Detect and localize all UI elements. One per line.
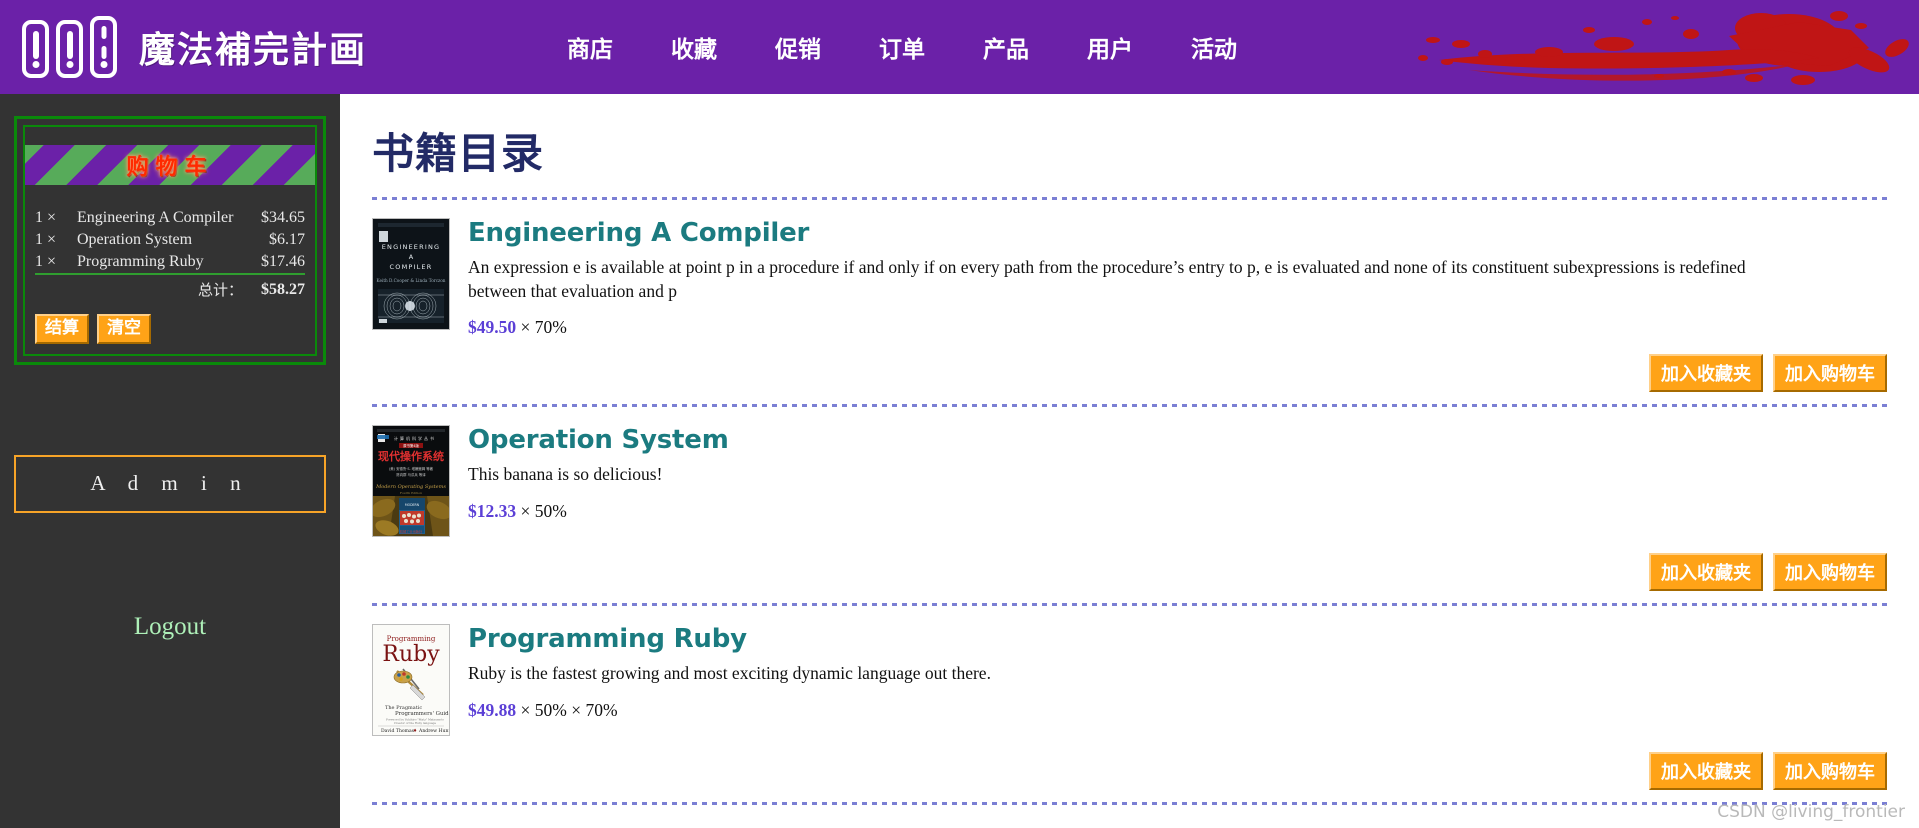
cart-items-table: 1 × Engineering A Compiler $34.65 1 × Op… <box>35 207 305 302</box>
add-to-favorites-button[interactable]: 加入收藏夹 <box>1649 354 1763 393</box>
cart-item-price: $17.46 <box>261 253 305 270</box>
cart-item-price: $34.65 <box>261 209 305 226</box>
book-title[interactable]: Operation System <box>468 425 1891 455</box>
svg-text:ENGINEERING: ENGINEERING <box>382 243 441 251</box>
sidebar: 购物车 1 × Engineering A Compiler $34.65 1 … <box>0 94 340 828</box>
book-list-item: ENGINEERING A COMPILER Keith D.Cooper & … <box>358 200 1891 348</box>
admin-badge: A d m i n <box>14 454 326 513</box>
cart-line-item[interactable]: 1 × Engineering A Compiler $34.65 <box>35 207 305 229</box>
book-description: Ruby is the fastest growing and most exc… <box>468 663 991 684</box>
cart-actions: 结算 清空 <box>35 314 305 344</box>
cart-line-item[interactable]: 1 × Operation System $6.17 <box>35 229 305 251</box>
watermark: CSDN @living_frontier <box>1717 802 1905 822</box>
book-price: $49.50 × 70% <box>468 317 1891 338</box>
book-base-price: $12.33 <box>468 500 517 521</box>
clear-cart-button[interactable]: 清空 <box>97 314 151 344</box>
app-root: 魔法補完計画 商店 收藏 促销 订单 产品 用户 活动 购物车 1 × Engi… <box>0 0 1919 828</box>
cart-item-qty: 1 × <box>35 231 57 248</box>
book-discount: × 70% <box>516 317 567 338</box>
book-actions: 加入收藏夹 加入购物车 <box>358 553 1887 592</box>
svg-text:Fourth Edition: Fourth Edition <box>400 491 422 495</box>
nav-item-shop[interactable]: 商店 <box>567 30 613 64</box>
svg-text:♦: ♦ <box>413 728 417 734</box>
svg-text:Andrew Hunt: Andrew Hunt <box>418 728 449 734</box>
svg-text:机械工业出版社: 机械工业出版社 <box>400 529 423 534</box>
book-base-price: $49.50 <box>468 317 517 338</box>
checkout-button[interactable]: 结算 <box>35 314 89 344</box>
add-to-cart-button[interactable]: 加入购物车 <box>1773 752 1887 791</box>
add-to-favorites-button[interactable]: 加入收藏夹 <box>1649 553 1763 592</box>
book-title[interactable]: Programming Ruby <box>468 624 1891 654</box>
cart-total-value: $58.27 <box>255 273 305 302</box>
book-list-item: Programming Ruby The Pragmatic Programme… <box>358 606 1891 746</box>
svg-text:Modern Operating Systems: Modern Operating Systems <box>375 484 446 490</box>
nav-item-users[interactable]: 用户 <box>1087 30 1133 64</box>
book-discount: × 50% × 70% <box>516 699 618 720</box>
cart-item-name: Programming Ruby <box>77 253 204 270</box>
svg-text:Creator of the Ruby language: Creator of the Ruby language <box>394 721 436 725</box>
nav-item-orders[interactable]: 订单 <box>879 30 925 64</box>
svg-text:MODERN: MODERN <box>405 503 420 507</box>
nav-item-activity[interactable]: 活动 <box>1191 30 1237 64</box>
svg-text:计算机科学丛书: 计算机科学丛书 <box>394 435 436 441</box>
svg-text:陈向群 马洪兵 等译: 陈向群 马洪兵 等译 <box>396 472 426 477</box>
cart-line-item[interactable]: 1 × Programming Ruby $17.46 <box>35 251 305 274</box>
book-list-item: 计算机科学丛书 原书第4版 现代操作系统 (美) 安德鲁·S. 塔嫩鲍姆 等著 … <box>358 407 1891 547</box>
main-nav: 商店 收藏 促销 订单 产品 用户 活动 <box>567 30 1237 64</box>
svg-text:现代操作系统: 现代操作系统 <box>378 449 444 463</box>
nav-item-products[interactable]: 产品 <box>983 30 1029 64</box>
body-area: 购物车 1 × Engineering A Compiler $34.65 1 … <box>0 94 1919 828</box>
programming-ruby-cover-icon[interactable]: Programming Ruby The Pragmatic Programme… <box>372 624 450 737</box>
nav-item-promo[interactable]: 促销 <box>775 30 821 64</box>
book-description: This banana is so delicious! <box>468 464 663 485</box>
add-to-cart-button[interactable]: 加入购物车 <box>1773 354 1887 393</box>
svg-text:A: A <box>409 253 414 261</box>
cart-item-name: Engineering A Compiler <box>77 209 234 226</box>
cart-total-label: 总计： <box>73 273 256 302</box>
book-discount: × 50% <box>516 500 567 521</box>
book-actions: 加入收藏夹 加入购物车 <box>358 354 1887 393</box>
brand-title: 魔法補完計画 <box>139 30 368 71</box>
nav-item-favorite[interactable]: 收藏 <box>671 30 717 64</box>
add-to-favorites-button[interactable]: 加入收藏夹 <box>1649 752 1763 791</box>
svg-text:Ruby: Ruby <box>382 642 440 667</box>
svg-text:Keith D.Cooper & Linda Torczon: Keith D.Cooper & Linda Torczon <box>377 278 446 283</box>
cart-title-banner: 购物车 <box>25 145 315 185</box>
logout-link[interactable]: Logout <box>0 613 340 641</box>
cart-item-qty: 1 × <box>35 253 57 270</box>
engineering-a-compiler-cover-icon[interactable]: ENGINEERING A COMPILER Keith D.Cooper & … <box>372 218 450 330</box>
cart-item-qty: 1 × <box>35 209 57 226</box>
divider <box>372 802 1891 806</box>
cart-widget: 购物车 1 × Engineering A Compiler $34.65 1 … <box>14 116 326 365</box>
svg-text:David Thomas: David Thomas <box>381 728 415 734</box>
book-base-price: $49.88 <box>468 699 517 720</box>
three-books-icon <box>22 16 117 78</box>
svg-text:Programmers' Guide: Programmers' Guide <box>395 711 449 717</box>
book-description: An expression e is available at point p … <box>468 257 1746 301</box>
svg-text:(美) 安德鲁·S. 塔嫩鲍姆 等著: (美) 安德鲁·S. 塔嫩鲍姆 等著 <box>389 466 434 471</box>
operation-system-cover-icon[interactable]: 计算机科学丛书 原书第4版 现代操作系统 (美) 安德鲁·S. 塔嫩鲍姆 等著 … <box>372 425 450 538</box>
page-title: 书籍目录 <box>372 129 545 178</box>
book-actions: 加入收藏夹 加入购物车 <box>358 752 1887 791</box>
main-content: 书籍目录 ENGINEERING A COMPILER Keith D.Coop… <box>340 94 1919 828</box>
svg-text:COMPILER: COMPILER <box>390 263 433 271</box>
book-price: $12.33 × 50% <box>468 501 1891 522</box>
add-to-cart-button[interactable]: 加入购物车 <box>1773 553 1887 592</box>
cart-title: 购物车 <box>126 155 214 180</box>
book-title[interactable]: Engineering A Compiler <box>468 218 1891 248</box>
book-price: $49.88 × 50% × 70% <box>468 700 1891 721</box>
logo[interactable]: 魔法補完計画 <box>22 16 367 78</box>
site-header: 魔法補完計画 商店 收藏 促销 订单 产品 用户 活动 <box>0 0 1919 94</box>
cart-total-row: 总计： $58.27 <box>35 273 305 302</box>
red-paint-splatter-icon <box>1418 11 1909 85</box>
svg-text:原书第4版: 原书第4版 <box>403 443 419 448</box>
cart-item-price: $6.17 <box>269 231 305 248</box>
cart-item-name: Operation System <box>77 231 193 248</box>
